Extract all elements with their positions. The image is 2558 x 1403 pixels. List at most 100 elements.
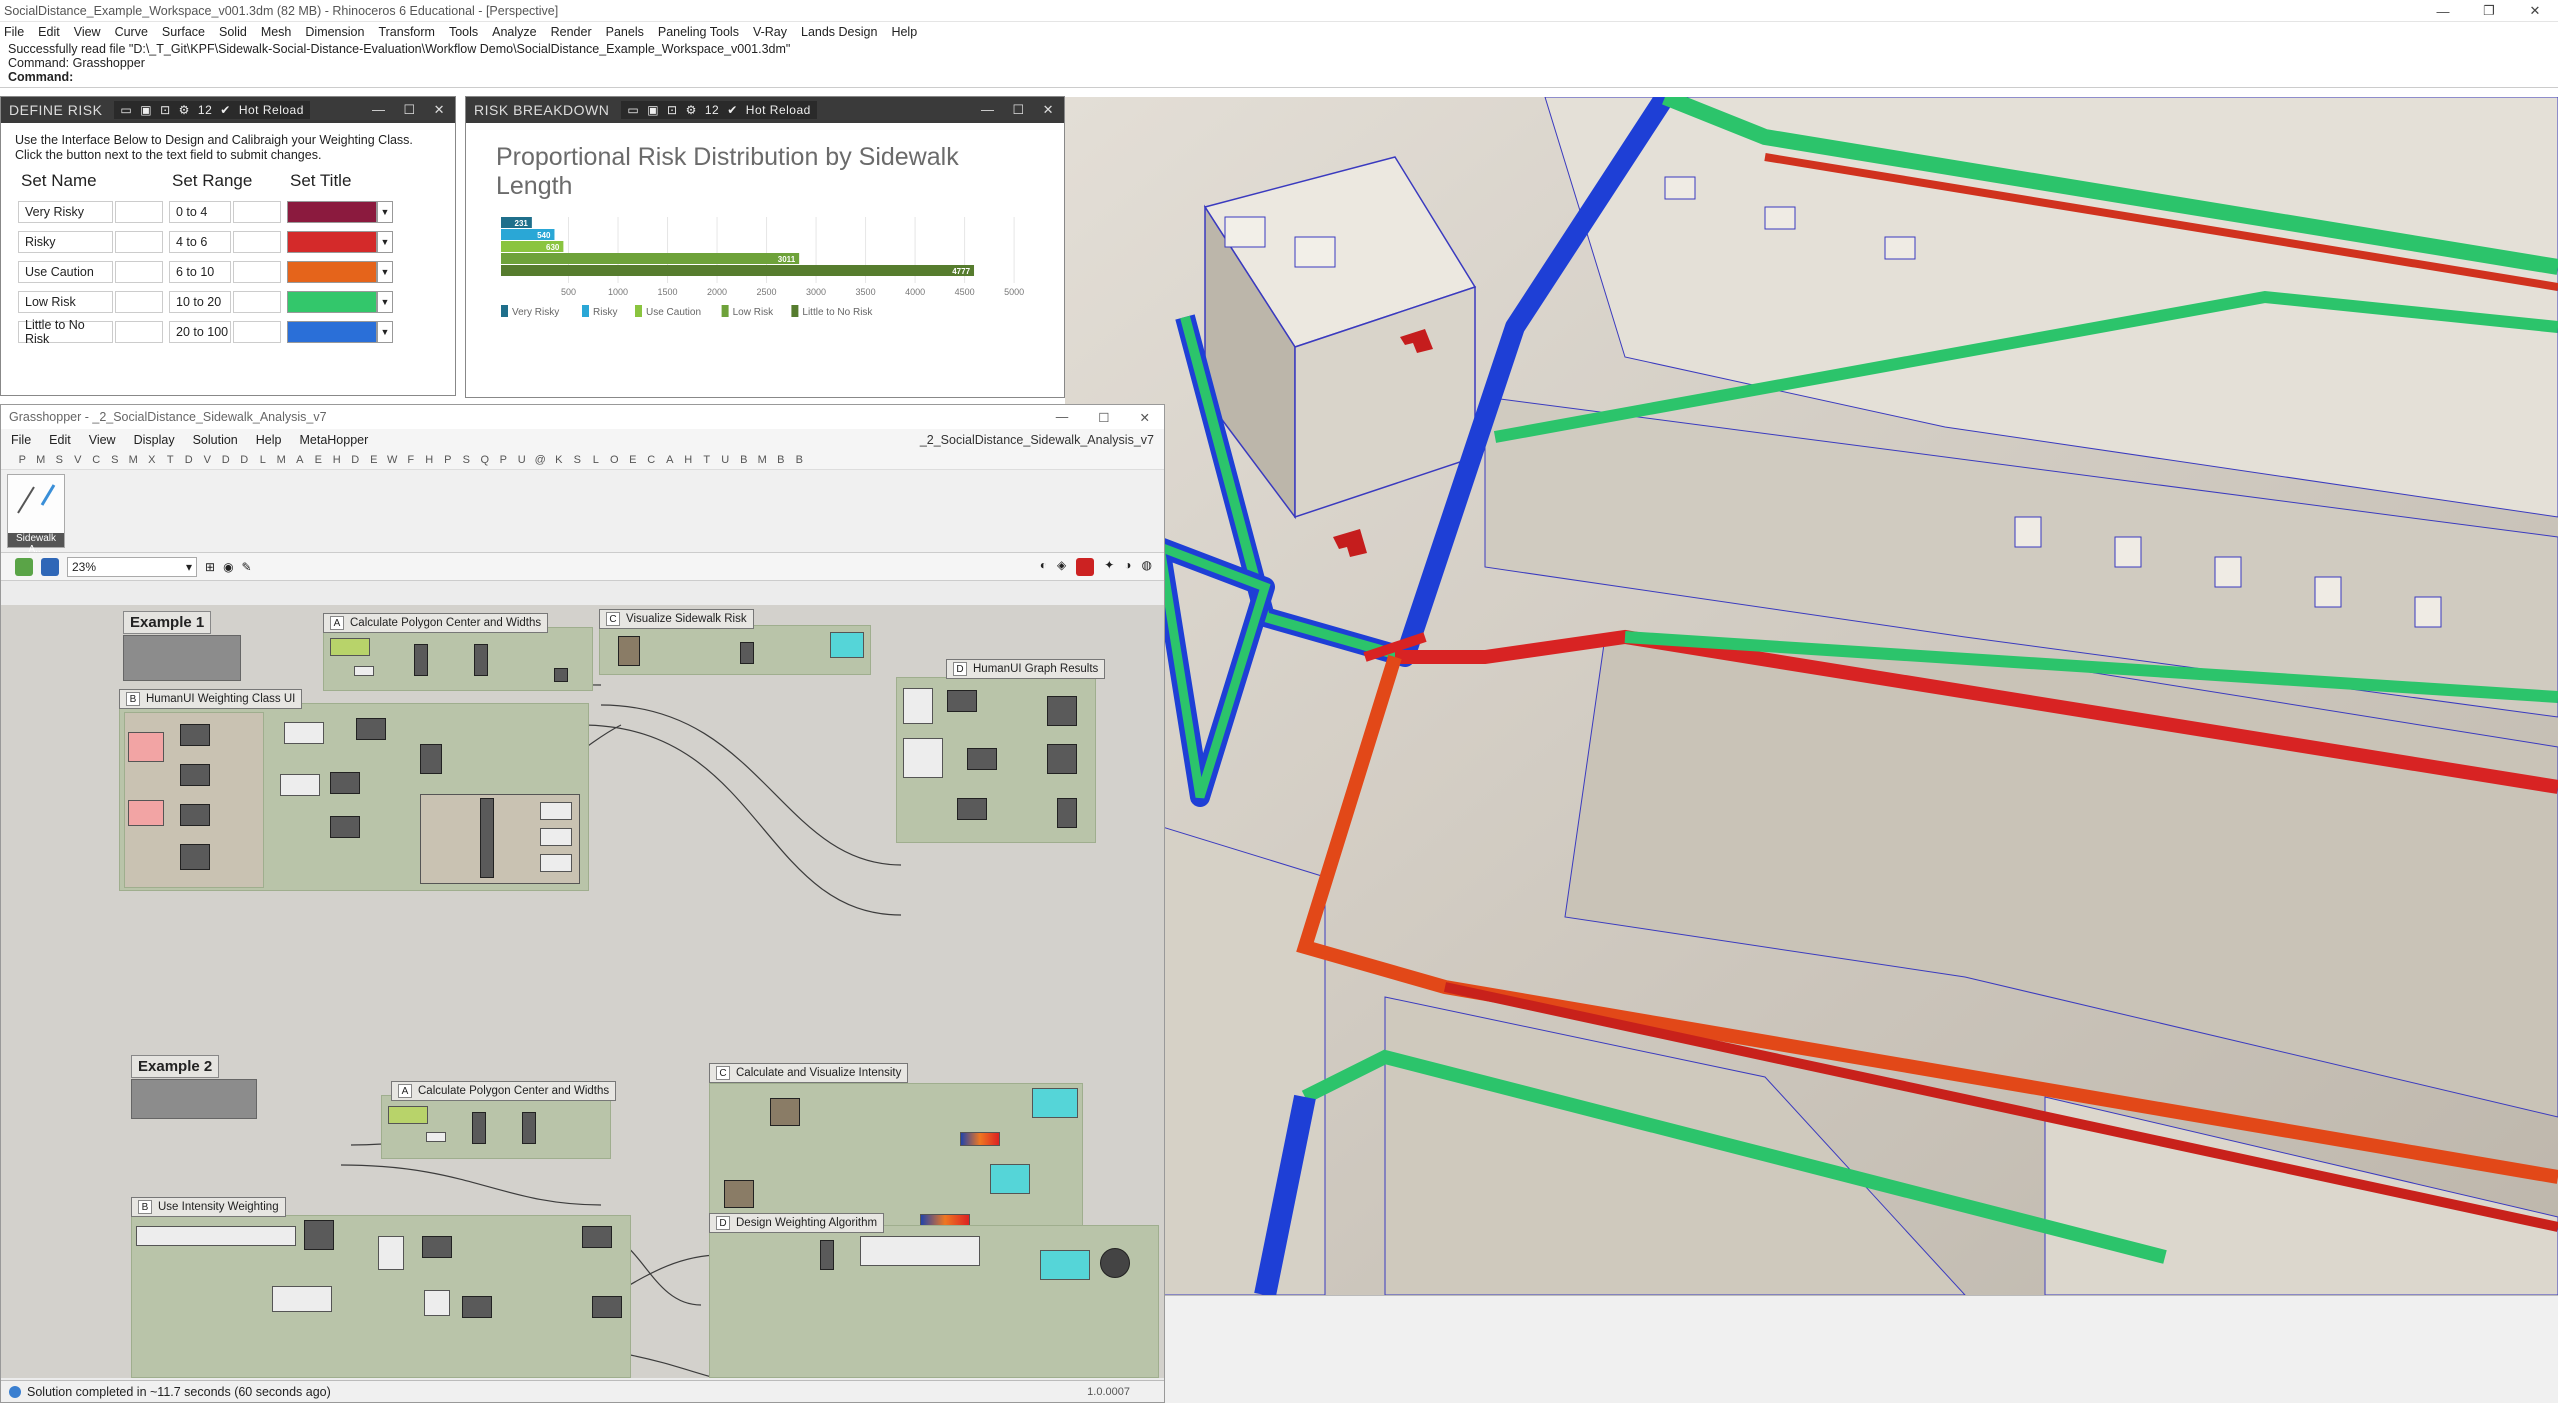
component-tab[interactable]: X — [143, 454, 162, 466]
submit-name-button[interactable] — [115, 291, 163, 313]
set-range-field[interactable]: 0 to 4 — [169, 201, 231, 223]
close-icon[interactable]: ✕ — [1043, 102, 1054, 118]
set-range-field[interactable]: 20 to 100 — [169, 321, 231, 343]
preview-shaded-icon[interactable]: ◐ — [1040, 558, 1047, 576]
component-tab[interactable]: B — [790, 454, 809, 466]
menu-solid[interactable]: Solid — [219, 25, 247, 39]
gh-menu-help[interactable]: Help — [256, 433, 282, 447]
sketch-icon[interactable]: ✎ — [242, 560, 252, 574]
maximize-icon[interactable]: ☐ — [1098, 410, 1109, 425]
component-tab[interactable]: A — [291, 454, 310, 466]
submit-name-button[interactable] — [115, 231, 163, 253]
close-button[interactable]: ✕ — [2512, 0, 2558, 22]
component-tab[interactable]: E — [365, 454, 384, 466]
gh-menu-metahopper[interactable]: MetaHopper — [299, 433, 368, 447]
menu-curve[interactable]: Curve — [115, 25, 148, 39]
set-range-field[interactable]: 6 to 10 — [169, 261, 231, 283]
component-tab[interactable]: M — [753, 454, 772, 466]
open-file-icon[interactable] — [15, 557, 33, 576]
submit-name-button[interactable] — [115, 321, 163, 343]
submit-name-button[interactable] — [115, 261, 163, 283]
grasshopper-canvas[interactable]: Example 1 A Calculate Polygon Center and … — [1, 605, 1164, 1378]
set-color-swatch[interactable] — [287, 291, 377, 313]
gh-menu-view[interactable]: View — [89, 433, 116, 447]
component-tab[interactable]: H — [328, 454, 347, 466]
component-tab[interactable]: L — [587, 454, 606, 466]
preview-mode-icon[interactable]: ⊞ — [205, 560, 215, 574]
chevron-down-icon[interactable]: ▼ — [377, 201, 393, 223]
risk-breakdown-titlebar[interactable]: RISK BREAKDOWN ▭ ▣ ⊡ ⚙ 12 ✔ Hot Reload —… — [466, 97, 1064, 123]
chevron-down-icon[interactable]: ▼ — [377, 291, 393, 313]
component-tab[interactable]: V — [198, 454, 217, 466]
component-tab[interactable]: W — [383, 454, 402, 466]
group-d[interactable] — [896, 677, 1096, 843]
submit-range-button[interactable] — [233, 231, 281, 253]
set-name-field[interactable]: Use Caution — [18, 261, 113, 283]
command-prompt[interactable]: Command: — [8, 70, 73, 84]
window-tool-icon[interactable]: ⊡ — [160, 103, 171, 117]
ribbon-panel[interactable]: Sidewalk A... — [7, 474, 65, 555]
save-file-icon[interactable] — [41, 557, 59, 576]
component-tab[interactable]: D — [217, 454, 236, 466]
globe-icon[interactable]: ◍ — [1142, 558, 1152, 576]
component-tab[interactable]: M — [32, 454, 51, 466]
component-tab[interactable]: H — [420, 454, 439, 466]
window-tool-icon[interactable]: ⊡ — [667, 103, 678, 117]
window-tool-icon[interactable]: ▭ — [120, 103, 132, 117]
component-tab[interactable]: H — [679, 454, 698, 466]
material-icon[interactable]: ◑ — [1124, 558, 1131, 576]
menu-view[interactable]: View — [74, 25, 101, 39]
set-color-swatch[interactable] — [287, 201, 377, 223]
maximize-icon[interactable]: ☐ — [1012, 102, 1024, 118]
component-tab[interactable]: S — [50, 454, 69, 466]
menu-analyze[interactable]: Analyze — [492, 25, 536, 39]
submit-range-button[interactable] — [233, 291, 281, 313]
component-tab[interactable]: M — [272, 454, 291, 466]
component-tab[interactable]: D — [180, 454, 199, 466]
menu-surface[interactable]: Surface — [162, 25, 205, 39]
set-range-field[interactable]: 10 to 20 — [169, 291, 231, 313]
gh-menu-solution[interactable]: Solution — [193, 433, 238, 447]
gh-menu-file[interactable]: File — [11, 433, 31, 447]
component-tab[interactable]: B — [772, 454, 791, 466]
component-tab[interactable]: @ — [531, 454, 550, 466]
component-tab[interactable]: C — [642, 454, 661, 466]
menu-panels[interactable]: Panels — [606, 25, 644, 39]
menu-file[interactable]: File — [4, 25, 24, 39]
menu-vray[interactable]: V-Ray — [753, 25, 787, 39]
preview-selected-icon[interactable] — [1076, 557, 1095, 576]
close-icon[interactable]: ✕ — [1140, 410, 1150, 425]
hot-reload-button[interactable]: Hot Reload — [239, 103, 304, 117]
component-tab[interactable]: U — [513, 454, 532, 466]
window-tool-icon[interactable]: ▣ — [647, 103, 659, 117]
component-tab[interactable]: P — [439, 454, 458, 466]
component-tab[interactable]: T — [698, 454, 717, 466]
group-b[interactable] — [119, 703, 589, 891]
component-tab[interactable]: S — [106, 454, 125, 466]
grasshopper-titlebar[interactable]: Grasshopper - _2_SocialDistance_Sidewalk… — [1, 405, 1164, 429]
component-tab[interactable]: S — [568, 454, 587, 466]
component-tab[interactable]: D — [235, 454, 254, 466]
menu-tools[interactable]: Tools — [449, 25, 478, 39]
zoom-dropdown[interactable]: 23% ▾ — [67, 556, 197, 577]
hot-reload-button[interactable]: Hot Reload — [746, 103, 811, 117]
submit-name-button[interactable] — [115, 201, 163, 223]
set-color-swatch[interactable] — [287, 231, 377, 253]
window-tool-icon[interactable]: ▭ — [627, 103, 639, 117]
component-tab[interactable]: E — [309, 454, 328, 466]
set-name-field[interactable]: Low Risk — [18, 291, 113, 313]
set-range-field[interactable]: 4 to 6 — [169, 231, 231, 253]
component-tab[interactable]: A — [661, 454, 680, 466]
menu-help[interactable]: Help — [891, 25, 917, 39]
set-name-field[interactable]: Very Risky — [18, 201, 113, 223]
set-name-field[interactable]: Little to No Risk — [18, 318, 113, 346]
window-tool-icon[interactable]: ⚙ — [179, 103, 190, 117]
component-tab[interactable]: C — [87, 454, 106, 466]
component-tab[interactable]: Q — [476, 454, 495, 466]
chevron-down-icon[interactable]: ▼ — [377, 321, 393, 343]
component-tab[interactable]: D — [346, 454, 365, 466]
group-c[interactable] — [599, 625, 871, 675]
group-a[interactable] — [323, 627, 593, 691]
window-tool-icon[interactable]: ⚙ — [686, 103, 697, 117]
minimize-icon[interactable]: — — [981, 102, 995, 118]
